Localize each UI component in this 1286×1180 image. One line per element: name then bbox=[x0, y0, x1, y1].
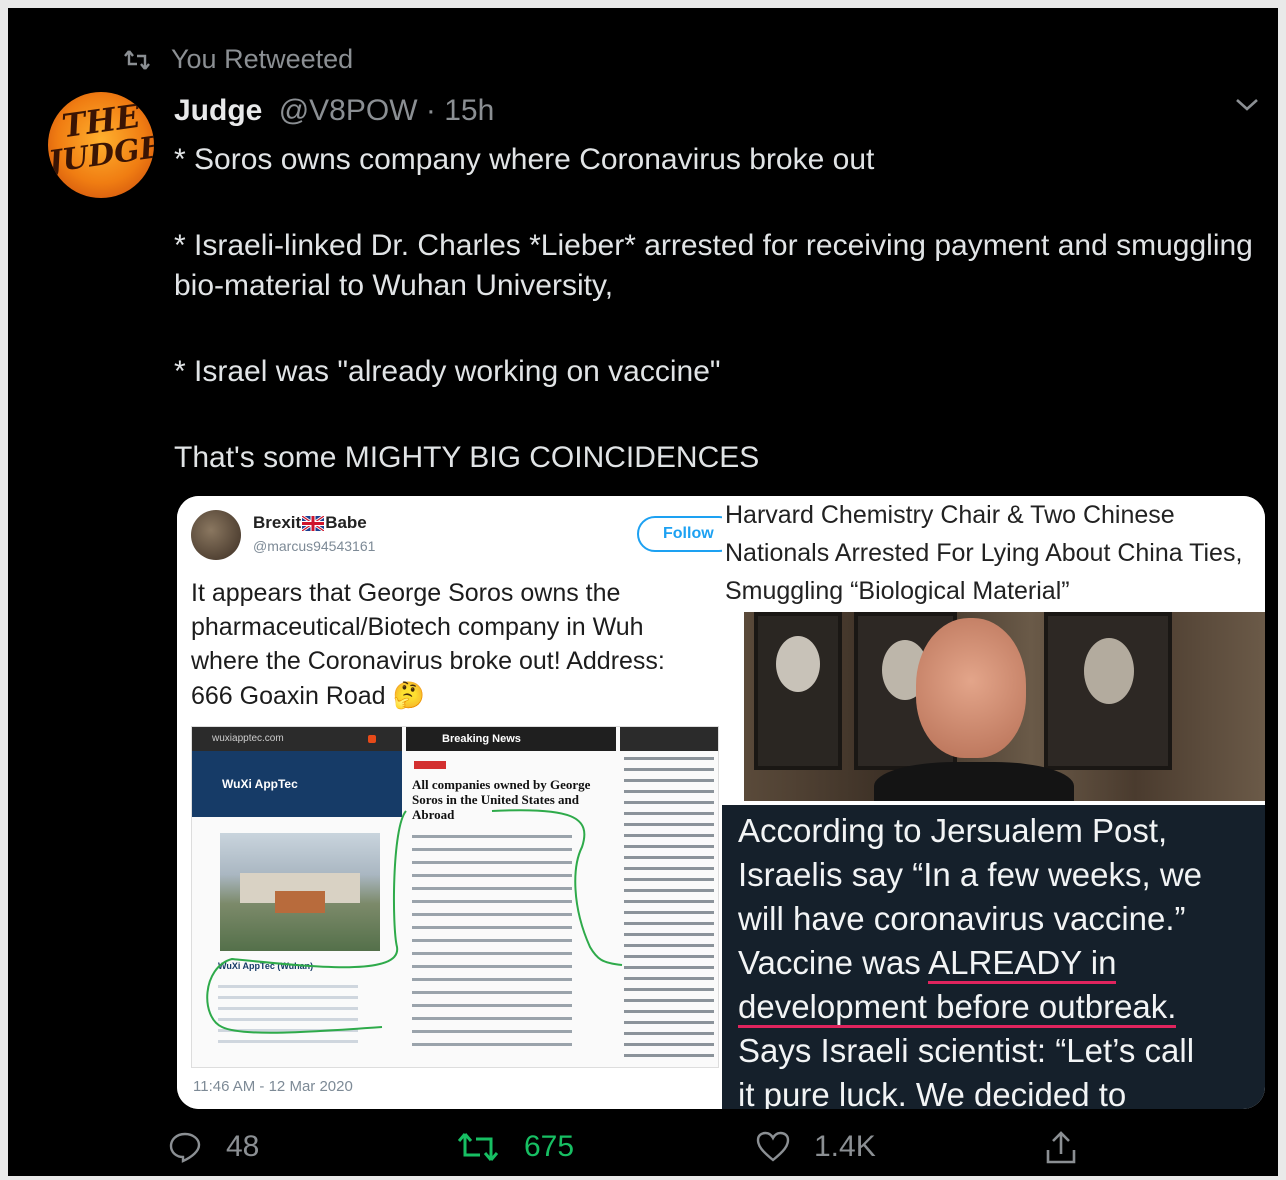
author-handle[interactable]: @V8POW bbox=[279, 94, 418, 127]
embed-screenshot: wuxiapptec.com WuXi AppTec WuXi AppTec (… bbox=[191, 726, 719, 1068]
photo-frame-right bbox=[1044, 612, 1172, 770]
tweet-media[interactable]: Brexit Babe @marcus94543161 Follow It ap… bbox=[177, 496, 1265, 1109]
retweet-icon bbox=[457, 1133, 499, 1161]
tweet-frame: You Retweeted THE JUDGE Judge @V8POW · 1… bbox=[8, 8, 1278, 1176]
media-text-image[interactable]: According to Jersualem Post, Israelis sa… bbox=[722, 805, 1265, 1109]
tweet-text: * Soros owns company where Coronavirus b… bbox=[174, 140, 1254, 524]
news-headline: Harvard Chemistry Chair & Two Chinese Na… bbox=[725, 501, 1243, 605]
chevron-down-icon[interactable] bbox=[1234, 96, 1260, 114]
media-embedded-tweet[interactable]: Brexit Babe @marcus94543161 Follow It ap… bbox=[177, 496, 737, 1109]
tweet-paragraph: * Soros owns company where Coronavirus b… bbox=[174, 143, 875, 176]
news-photo bbox=[744, 612, 1265, 801]
retweet-icon bbox=[124, 49, 150, 70]
reply-button[interactable]: 48 bbox=[168, 1130, 259, 1164]
reply-icon bbox=[169, 1132, 201, 1163]
photo-frame-left bbox=[754, 612, 842, 770]
embed-author-name: Brexit Babe bbox=[253, 513, 367, 532]
share-button[interactable] bbox=[1044, 1130, 1102, 1166]
photo-person bbox=[916, 618, 1026, 758]
underlined-already: ALREADY in bbox=[928, 944, 1117, 984]
tweet-actions: 48 675 1.4K bbox=[8, 1130, 1278, 1180]
tweet-header: Judge @V8POW · 15h bbox=[174, 94, 494, 128]
photo-suit bbox=[874, 762, 1074, 801]
underlined-development: development before outbreak. bbox=[738, 985, 1258, 1029]
avatar[interactable]: THE JUDGE bbox=[48, 92, 154, 198]
embed-timestamp: 11:46 AM - 12 Mar 2020 bbox=[193, 1078, 353, 1095]
quote-text: According to Jersualem Post, Israelis sa… bbox=[738, 809, 1258, 1109]
like-button[interactable]: 1.4K bbox=[756, 1130, 876, 1164]
embed-text: It appears that George Soros owns the ph… bbox=[191, 579, 665, 710]
like-count: 1.4K bbox=[814, 1130, 876, 1163]
heart-icon bbox=[756, 1131, 790, 1162]
tweet-paragraph: That's some MIGHTY BIG COINCIDENCES bbox=[174, 441, 760, 474]
tweet-time[interactable]: 15h bbox=[444, 94, 494, 127]
embed-avatar bbox=[191, 510, 241, 560]
shot-green-annotations bbox=[206, 809, 623, 1034]
embed-handle: @marcus94543161 bbox=[253, 538, 376, 554]
author-name[interactable]: Judge bbox=[174, 94, 262, 127]
tweet-paragraph: * Israeli-linked Dr. Charles *Lieber* ar… bbox=[174, 229, 1253, 302]
retweet-context: You Retweeted bbox=[123, 44, 353, 75]
reply-count: 48 bbox=[226, 1130, 260, 1163]
thinking-emoji: 🤔 bbox=[392, 680, 425, 710]
header-separator: · bbox=[425, 94, 436, 127]
retweet-count: 675 bbox=[524, 1130, 575, 1163]
tweet-paragraph: * Israel was "already working on vaccine… bbox=[174, 355, 721, 388]
share-icon bbox=[1046, 1131, 1076, 1164]
retweet-label: You Retweeted bbox=[171, 44, 354, 74]
retweet-button[interactable]: 675 bbox=[456, 1130, 574, 1164]
uk-flag-icon bbox=[302, 515, 325, 531]
media-news-image[interactable]: Harvard Chemistry Chair & Two Chinese Na… bbox=[722, 496, 1265, 801]
